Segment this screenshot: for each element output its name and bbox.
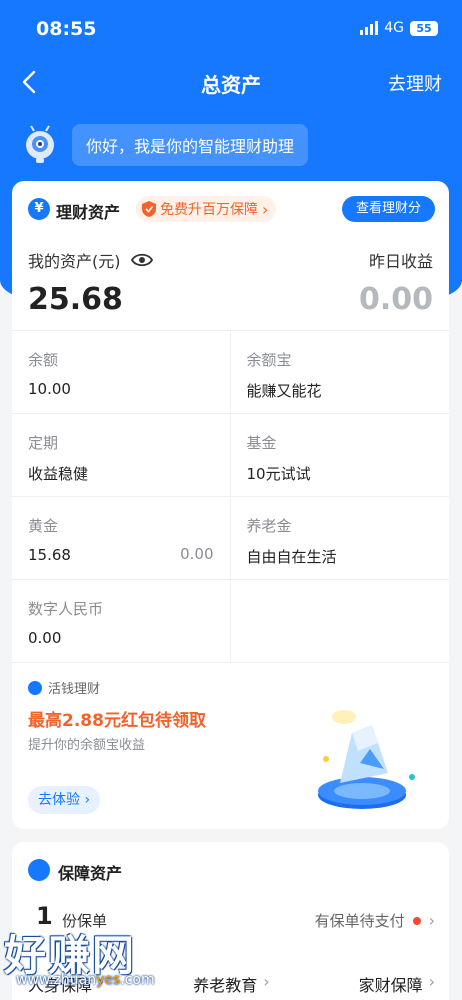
- flexible-wealth-promo[interactable]: 活钱理财 最高2.88元红包待领取 提升你的余额宝收益 去体验 ›: [12, 663, 449, 829]
- asset-item-balance[interactable]: 余额 10.00: [12, 331, 231, 413]
- yen-icon: ¥: [28, 198, 50, 220]
- asset-item-fund[interactable]: 基金 10元试试: [231, 414, 450, 496]
- insurance-card-title: 保障资产: [58, 864, 123, 883]
- signal-icon: [360, 21, 379, 35]
- wealth-card-title: 理财资产: [56, 203, 121, 222]
- wealth-illustration-icon: [318, 710, 415, 809]
- asset-item-yuebao[interactable]: 余额宝 能赚又能花: [231, 331, 450, 413]
- asset-item-digital-rmb[interactable]: 数字人民币 0.00: [12, 580, 231, 662]
- asset-item-pension[interactable]: 养老金 自由自在生活: [231, 497, 450, 579]
- yesterday-income-value: 0.00: [358, 282, 433, 317]
- robot-assistant-icon[interactable]: [24, 125, 56, 165]
- status-bar: 08:55 4G 55: [0, 0, 462, 58]
- promo-description: 提升你的余额宝收益: [28, 738, 146, 753]
- chevron-right-icon: ›: [262, 199, 269, 219]
- my-assets-label: 我的资产(元): [28, 252, 121, 271]
- battery-icon: 55: [410, 20, 438, 36]
- chevron-right-icon: ›: [84, 792, 91, 808]
- watermark-url: www.zhuanyes.com: [16, 972, 155, 988]
- navbar: 总资产 去理财: [0, 58, 462, 106]
- asset-grid: 余额 10.00 余额宝 能赚又能花 定期 收益稳健 基金 10元试试 黄金 1…: [12, 330, 449, 663]
- asset-item-fixed-term[interactable]: 定期 收益稳健: [12, 414, 231, 496]
- go-invest-link[interactable]: 去理财: [388, 70, 442, 96]
- try-button[interactable]: 去体验 ›: [28, 786, 101, 814]
- promo-tag-label: 活钱理财: [48, 682, 101, 697]
- yesterday-income-label: 昨日收益: [368, 252, 433, 271]
- my-assets-value: 25.68: [28, 282, 123, 317]
- gold-daily-income: 0.00: [180, 545, 214, 563]
- assistant-greeting[interactable]: 你好，我是你的智能理财助理: [72, 124, 309, 166]
- wealth-assets-card: ¥ 理财资产 免费升百万保障 › 查看理财分 我的资产(元) 昨日收益 25.6…: [12, 181, 449, 829]
- status-time: 08:55: [36, 18, 97, 40]
- assistant-row[interactable]: 你好，我是你的智能理财助理: [24, 124, 309, 166]
- wealth-card-header: ¥ 理财资产 免费升百万保障 › 查看理财分: [12, 181, 449, 237]
- protection-promo-badge[interactable]: 免费升百万保障 ›: [136, 196, 277, 222]
- asset-item-gold[interactable]: 黄金 15.68 0.00: [12, 497, 231, 579]
- view-wealth-score-button[interactable]: 查看理财分: [341, 196, 435, 222]
- watermark: 好赚网 www.zhuanyes.com: [0, 918, 462, 1000]
- eye-toggle-icon[interactable]: [130, 252, 153, 268]
- asset-item-empty: [231, 580, 450, 662]
- shield-icon: [142, 201, 156, 217]
- network-type: 4G: [384, 20, 404, 36]
- promo-label: 免费升百万保障: [160, 202, 258, 218]
- promo-headline: 最高2.88元红包待领取: [28, 711, 206, 731]
- flexible-wealth-icon: [28, 680, 42, 695]
- insurance-shield-icon: [28, 859, 50, 881]
